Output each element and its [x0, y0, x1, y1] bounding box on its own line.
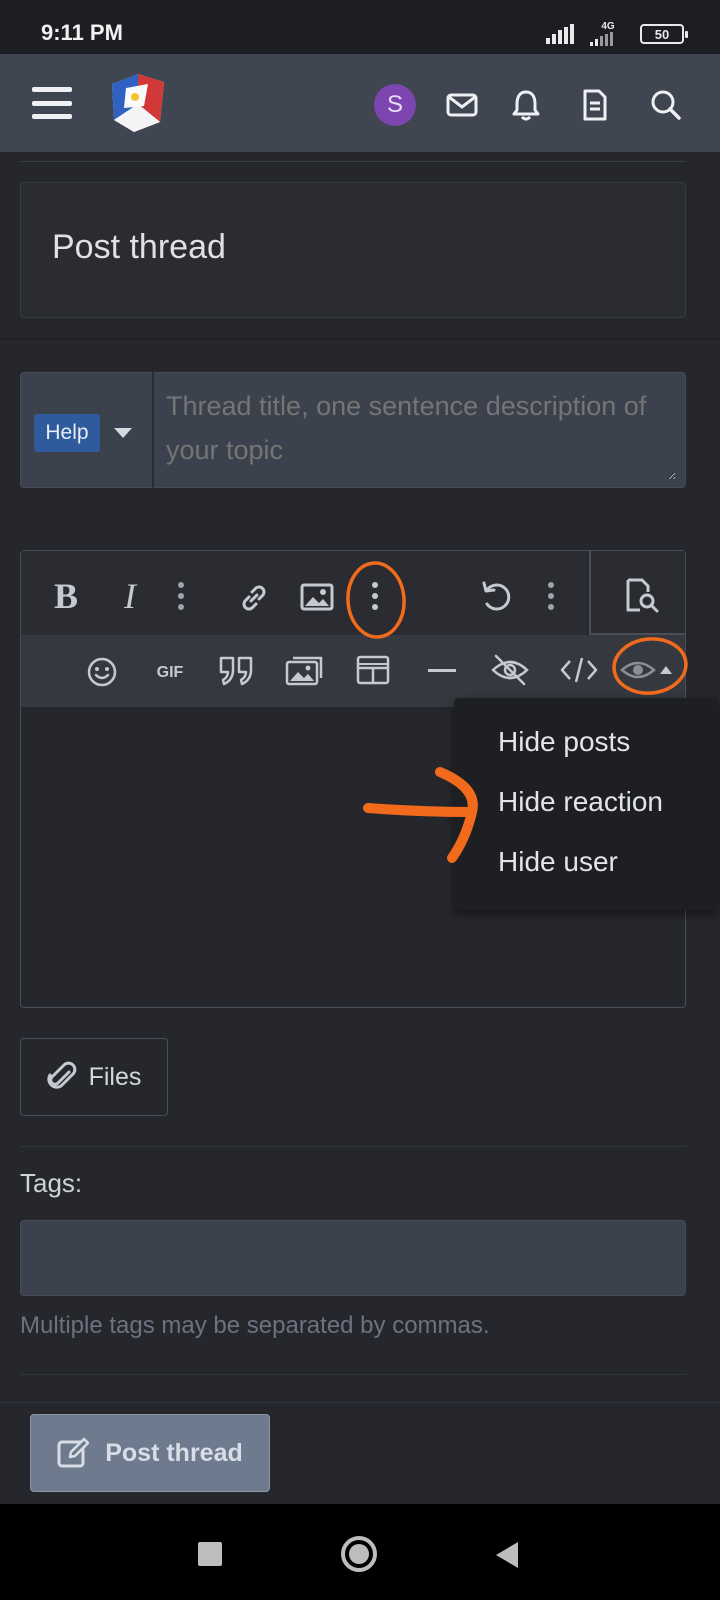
document-icon[interactable]	[576, 87, 612, 123]
recents-icon[interactable]	[198, 1542, 222, 1566]
code-icon[interactable]	[560, 654, 598, 686]
menu-item-hide-reaction[interactable]: Hide reaction	[498, 786, 663, 818]
menu-icon[interactable]	[32, 87, 72, 119]
caret-down-icon[interactable]	[114, 428, 132, 438]
bold-icon[interactable]: B	[46, 574, 86, 618]
undo-icon[interactable]	[478, 578, 514, 614]
post-thread-button[interactable]: Post thread	[30, 1414, 270, 1492]
files-button[interactable]: Files	[20, 1038, 168, 1116]
signal-icon	[546, 24, 574, 44]
tags-input[interactable]	[20, 1220, 686, 1296]
prefix-badge[interactable]: Help	[34, 414, 100, 452]
italic-icon[interactable]: I	[110, 574, 150, 618]
back-icon[interactable]	[496, 1542, 518, 1568]
gif-icon[interactable]: GIF	[150, 660, 190, 686]
avatar[interactable]: S	[374, 84, 416, 126]
preview-icon[interactable]	[622, 576, 662, 616]
more-vertical-icon[interactable]	[546, 580, 556, 612]
more-vertical-icon[interactable]	[176, 580, 186, 612]
site-logo[interactable]	[104, 70, 170, 136]
menu-item-hide-posts[interactable]: Hide posts	[498, 726, 630, 758]
media-gallery-icon[interactable]	[284, 652, 326, 688]
network-type: 4G	[601, 21, 615, 32]
home-icon[interactable]	[341, 1536, 377, 1572]
mail-icon[interactable]	[444, 87, 480, 123]
files-label: Files	[88, 1062, 142, 1091]
hide-eye-slash-icon[interactable]	[490, 652, 530, 688]
search-icon[interactable]	[648, 87, 684, 123]
status-time: 9:11 PM	[41, 20, 123, 45]
battery-icon: 50	[640, 24, 688, 44]
thread-title-input[interactable]	[166, 384, 676, 480]
link-icon[interactable]	[236, 580, 272, 616]
post-thread-label: Post thread	[105, 1438, 243, 1467]
section-divider	[20, 1146, 686, 1147]
edit-icon	[57, 1437, 90, 1468]
emoji-icon[interactable]	[86, 656, 118, 688]
image-icon[interactable]	[300, 582, 334, 612]
menu-item-hide-user[interactable]: Hide user	[498, 846, 618, 878]
battery-level: 50	[654, 26, 670, 42]
bell-icon[interactable]	[508, 87, 544, 123]
horizontal-rule-icon[interactable]	[428, 668, 456, 674]
mobile-signal: 4G	[590, 22, 626, 46]
status-icons: 4G 50	[546, 22, 688, 46]
more-vertical-icon[interactable]	[370, 580, 380, 612]
section-divider	[0, 338, 720, 340]
section-divider	[20, 1374, 686, 1375]
tags-label: Tags:	[20, 1168, 83, 1198]
signal-icon-secondary	[590, 32, 613, 46]
table-icon[interactable]	[356, 654, 390, 686]
breadcrumb	[20, 150, 686, 162]
hide-menu-eye-icon[interactable]	[620, 654, 678, 686]
tags-hint: Multiple tags may be separated by commas…	[20, 1312, 490, 1339]
quote-icon[interactable]	[218, 654, 256, 688]
page-title: Post thread	[52, 228, 226, 266]
paperclip-icon	[46, 1061, 76, 1089]
